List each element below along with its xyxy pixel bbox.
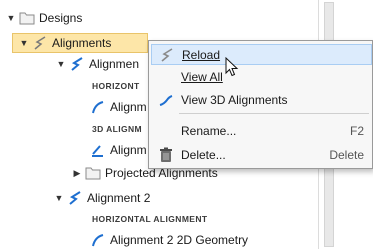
rename-shortcut: F2 xyxy=(349,123,364,138)
tree-row-alignment-1-3d[interactable]: Alignm xyxy=(90,140,147,160)
menu-label-rename: Rename... xyxy=(181,123,237,138)
menu-label-view-all: View All xyxy=(181,69,223,84)
tree-row-designs[interactable]: ▼ Designs xyxy=(6,8,83,28)
menu-item-rename[interactable]: Rename... F2 xyxy=(151,120,372,141)
context-menu: Reload View All View 3D Alignments Renam… xyxy=(148,40,373,169)
alignment-icon xyxy=(67,190,83,206)
tree-label-designs: Designs xyxy=(39,11,83,25)
menu-item-reload[interactable]: Reload xyxy=(151,44,372,65)
tree-header-horizontal: HORIZONT xyxy=(92,81,140,91)
tree-row-alignment-2-2d[interactable]: Alignment 2 2D Geometry xyxy=(90,230,248,249)
tree-row-alignment-1-2d[interactable]: Alignm xyxy=(90,97,147,117)
expanded-triangle-icon[interactable]: ▼ xyxy=(56,59,66,69)
alignment-icon xyxy=(69,56,85,72)
mouse-pointer-icon xyxy=(225,57,239,77)
menu-item-view-3d-alignments[interactable]: View 3D Alignments xyxy=(151,89,372,110)
folder-icon xyxy=(19,10,35,26)
tree-row-alignments[interactable]: ▼ Alignments xyxy=(12,33,148,53)
geometry-3d-icon xyxy=(90,142,106,158)
tree-row-alignment-2[interactable]: ▼ Alignment 2 xyxy=(54,188,151,208)
menu-item-view-all[interactable]: View All xyxy=(151,66,372,87)
menu-separator xyxy=(179,113,369,114)
geometry-2d-icon xyxy=(90,232,106,248)
tree-header-3d-alignment: 3D ALIGNM xyxy=(92,124,143,134)
expanded-triangle-icon[interactable]: ▼ xyxy=(19,38,29,48)
expanded-triangle-icon[interactable]: ▼ xyxy=(54,193,64,203)
tree-label-alignments: Alignments xyxy=(52,36,112,50)
menu-label-view-3d-alignments: View 3D Alignments xyxy=(181,92,288,107)
tree-row-alignment-1[interactable]: ▼ Alignmen xyxy=(56,54,140,74)
view-3d-alignment-icon xyxy=(157,92,175,108)
expanded-triangle-icon[interactable]: ▼ xyxy=(6,13,16,23)
folder-icon xyxy=(85,165,101,181)
alignment-reload-icon xyxy=(158,47,176,63)
tree-label-alignment-1: Alignmen xyxy=(89,57,140,71)
menu-item-delete[interactable]: Delete... Delete xyxy=(151,144,372,165)
delete-shortcut: Delete xyxy=(329,147,364,162)
menu-label-delete: Delete... xyxy=(181,147,226,162)
collapsed-triangle-icon[interactable]: ▶ xyxy=(72,168,82,178)
menu-label-reload: Reload xyxy=(182,47,221,62)
tree-header-horizontal-alignment: HORIZONTAL ALIGNMENT xyxy=(92,214,208,224)
alignment-group-icon xyxy=(32,35,48,51)
trash-icon xyxy=(157,147,175,163)
geometry-2d-icon xyxy=(90,99,106,115)
